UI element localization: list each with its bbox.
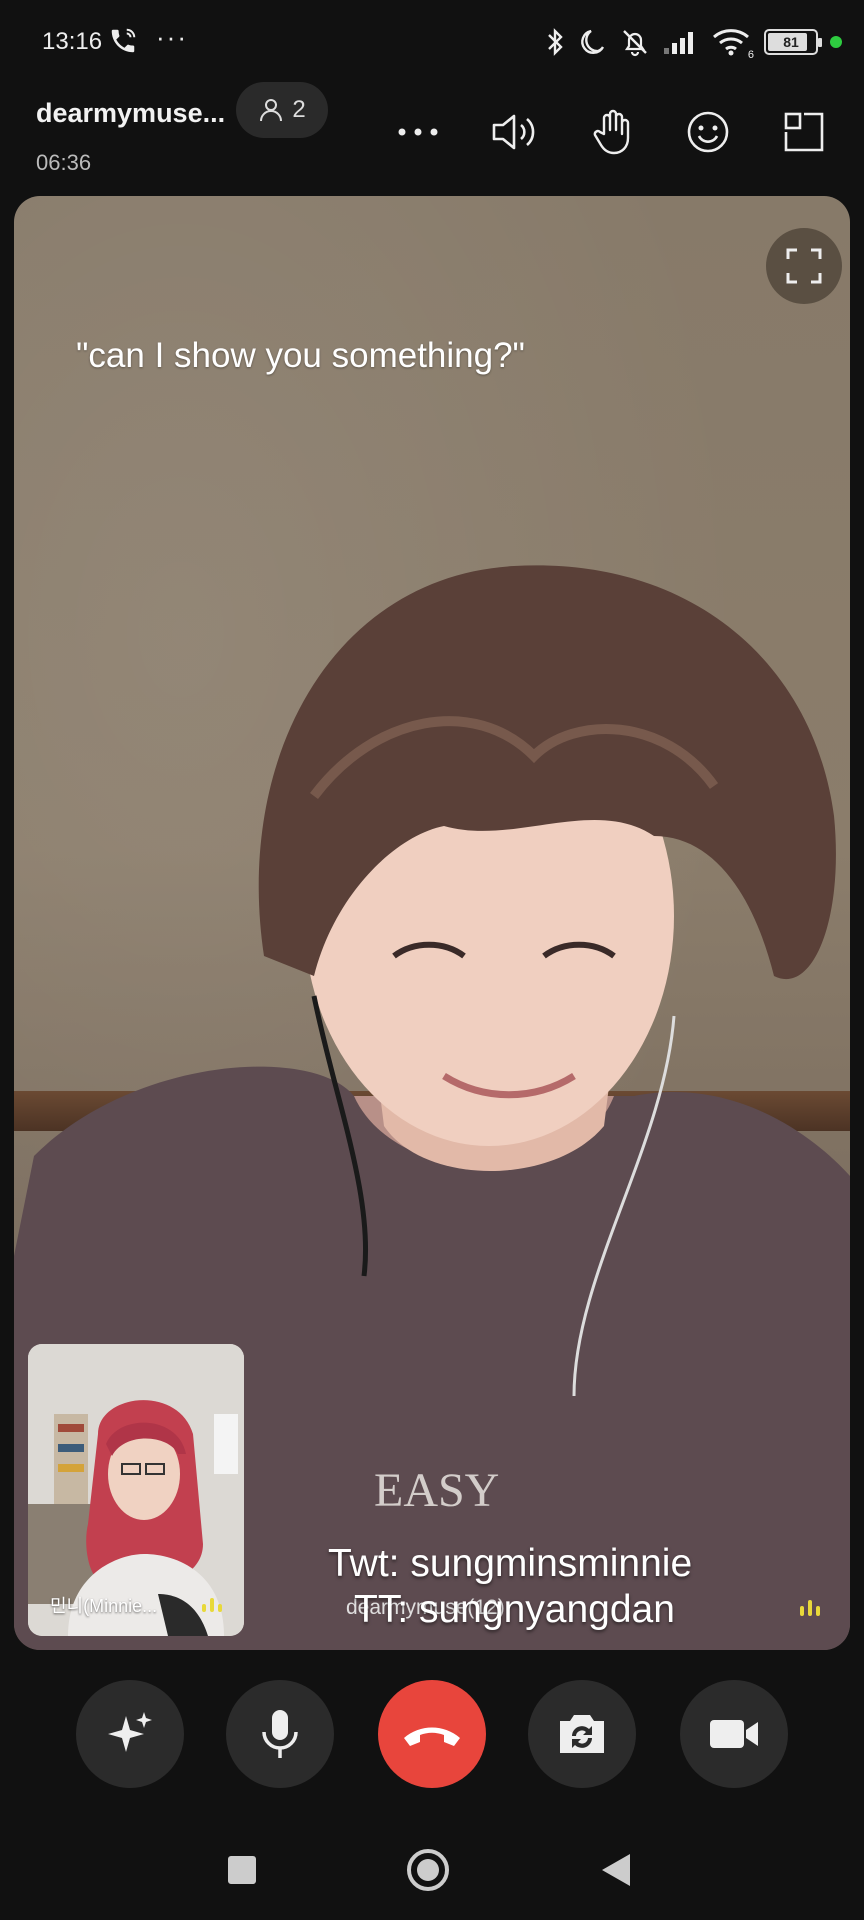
- microphone-icon: [262, 1710, 298, 1758]
- twitter-handle-overlay: Twt: sungminsminnie: [328, 1542, 693, 1585]
- microphone-button[interactable]: [226, 1680, 334, 1788]
- network-type-label: 6: [747, 49, 754, 61]
- status-icons: 6 81: [544, 24, 842, 61]
- privacy-indicator-dot: [830, 36, 842, 48]
- end-call-button[interactable]: [378, 1680, 486, 1788]
- svg-text:EASY: EASY: [374, 1464, 499, 1517]
- fullscreen-button[interactable]: [766, 228, 842, 304]
- expand-icon: [786, 248, 822, 284]
- bluetooth-icon: [548, 28, 563, 56]
- flip-camera-icon: [560, 1715, 604, 1753]
- speaker-icon: [492, 114, 535, 150]
- back-button[interactable]: [586, 1840, 646, 1900]
- wifi-icon: 6: [712, 27, 754, 61]
- system-navigation-bar: [0, 1820, 864, 1920]
- picture-in-picture-icon: [784, 112, 824, 152]
- call-controls: [0, 1680, 864, 1790]
- call-duration: 06:36: [36, 150, 92, 175]
- video-camera-icon: [710, 1720, 758, 1748]
- home-circle-icon: [407, 1849, 449, 1891]
- back-triangle-icon: [602, 1854, 630, 1886]
- call-header: dearmymuse... 06:36 2: [0, 80, 864, 190]
- battery-icon: 81: [764, 29, 822, 55]
- sparkle-icon: [108, 1712, 152, 1752]
- tiktok-handle-overlay: TT: sungnyangdan: [354, 1588, 675, 1631]
- self-video-preview[interactable]: 민니(Minnie...: [28, 1344, 244, 1636]
- home-button[interactable]: [398, 1840, 458, 1900]
- participants-button[interactable]: 2: [236, 82, 328, 138]
- speaker-button[interactable]: [486, 104, 542, 160]
- square-icon: [228, 1856, 256, 1884]
- battery-level: 81: [783, 34, 799, 50]
- status-time: 13:16: [42, 28, 103, 55]
- self-audio-level-icon: [202, 1598, 222, 1612]
- end-call-icon: [404, 1727, 460, 1746]
- status-bar: 13:16 ··· 6 81: [0, 0, 864, 80]
- flip-camera-button[interactable]: [528, 1680, 636, 1788]
- more-options-button[interactable]: [390, 104, 446, 160]
- video-caption: "can I show you something?": [76, 336, 525, 375]
- smiley-icon: [687, 111, 729, 153]
- video-toggle-button[interactable]: [680, 1680, 788, 1788]
- more-dots-icon: [398, 128, 438, 136]
- participant-count: 2: [292, 96, 306, 123]
- reactions-button[interactable]: [680, 104, 736, 160]
- remote-audio-level-icon: [800, 1600, 820, 1616]
- phone-call-icon: [108, 26, 138, 56]
- self-participant-label: 민니(Minnie...: [50, 1596, 158, 1616]
- raise-hand-button[interactable]: [584, 104, 640, 160]
- do-not-disturb-moon-icon: [581, 29, 605, 54]
- muted-bell-icon: [623, 30, 647, 57]
- effects-button[interactable]: [76, 1680, 184, 1788]
- raise-hand-icon: [593, 109, 630, 155]
- recents-button[interactable]: [212, 1840, 272, 1900]
- minimize-window-button[interactable]: [776, 104, 832, 160]
- person-icon: [260, 99, 283, 122]
- status-overflow-dots: ···: [156, 22, 188, 52]
- call-name[interactable]: dearmymuse...: [36, 98, 225, 129]
- signal-strength-icon: [664, 32, 693, 54]
